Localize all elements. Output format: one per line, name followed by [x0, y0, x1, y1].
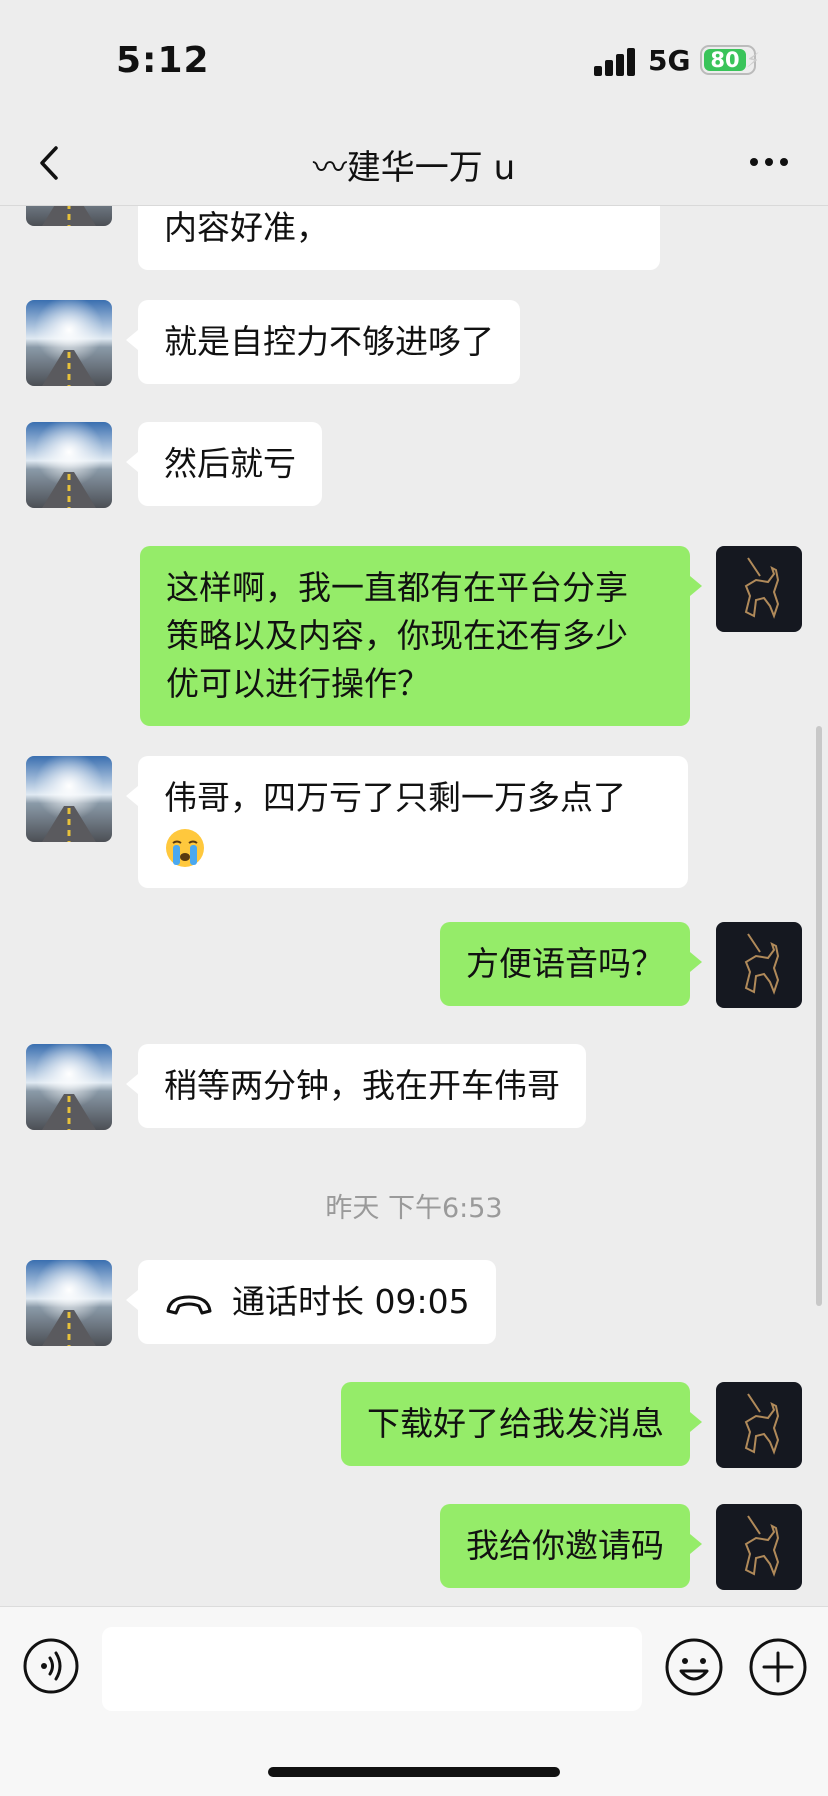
contact-avatar[interactable]: [26, 300, 112, 386]
message-bubble-outgoing[interactable]: 我给你邀请码: [440, 1504, 702, 1588]
message-bubble-outgoing[interactable]: 下载好了给我发消息: [341, 1382, 702, 1466]
status-time: 5:12: [116, 40, 210, 81]
message-input[interactable]: [102, 1627, 642, 1711]
call-record-bubble[interactable]: 通话时长 09:05: [126, 1260, 496, 1344]
emoji-icon[interactable]: [664, 1637, 724, 1697]
message-text: 就是自控力不够进哆了: [164, 322, 494, 361]
message-text: 稍等两分钟，我在开车伟哥: [164, 1066, 560, 1105]
battery-icon: 80 ⚡: [700, 45, 760, 75]
my-avatar[interactable]: [716, 1504, 802, 1590]
crying-face-icon: [166, 828, 204, 867]
input-bar: [0, 1606, 828, 1796]
plus-icon[interactable]: [748, 1637, 808, 1697]
contact-avatar[interactable]: [26, 422, 112, 508]
battery-level: 80: [704, 49, 746, 71]
message-text-line: 策略以及内容，你现在还有多少: [166, 616, 628, 655]
message-bubble-outgoing[interactable]: 这样啊，我一直都有在平台分享 策略以及内容，你现在还有多少 优可以进行操作？: [140, 546, 702, 726]
message-text: 我给你邀请码: [466, 1526, 664, 1565]
voice-icon[interactable]: [22, 1637, 80, 1695]
message-bubble-incoming[interactable]: 伟哥，四万亏了只剩一万多点了: [126, 756, 688, 888]
message-text: 伟哥，四万亏了只剩一万多点了: [164, 778, 626, 817]
contact-avatar[interactable]: [26, 1044, 112, 1130]
signal-icon: [594, 48, 638, 76]
message-text-line: 优可以进行操作？: [166, 664, 430, 703]
phone-call-icon: [166, 1295, 212, 1314]
message-bubble-incoming[interactable]: 就是自控力不够进哆了: [126, 300, 520, 384]
my-avatar[interactable]: [716, 922, 802, 1008]
message-text: 内容好准，: [164, 208, 329, 247]
status-bar: 5:12 5G 80 ⚡: [0, 0, 828, 120]
contact-avatar[interactable]: [26, 756, 112, 842]
network-type: 5G: [648, 44, 691, 77]
call-duration-text: 通话时长 09:05: [232, 1282, 470, 1321]
message-text: 然后就亏: [164, 444, 296, 483]
message-bubble-incoming[interactable]: 内容好准，: [138, 206, 660, 270]
charging-icon: ⚡: [746, 48, 761, 72]
my-avatar[interactable]: [716, 1382, 802, 1468]
message-timestamp: 昨天 下午6:53: [325, 1193, 503, 1224]
chat-title: 〰建华一万 u: [312, 148, 516, 188]
chat-header: 〰建华一万 u: [0, 120, 828, 206]
scrollbar[interactable]: [816, 726, 822, 1306]
more-dots-icon[interactable]: [744, 142, 794, 182]
contact-avatar[interactable]: [26, 206, 112, 226]
message-list[interactable]: 内容好准， 就是自控力不够进哆了 然后就亏 这样啊，我一直都有在平台分享 策略以…: [0, 206, 828, 1606]
message-text: 下载好了给我发消息: [367, 1404, 664, 1443]
my-avatar[interactable]: [716, 546, 802, 632]
message-bubble-outgoing[interactable]: 方便语音吗？: [440, 922, 702, 1006]
contact-avatar[interactable]: [26, 1260, 112, 1346]
home-indicator[interactable]: [268, 1767, 560, 1777]
message-text-line: 这样啊，我一直都有在平台分享: [166, 568, 628, 607]
message-bubble-incoming[interactable]: 然后就亏: [126, 422, 322, 506]
message-text: 方便语音吗？: [466, 944, 664, 983]
message-bubble-incoming[interactable]: 稍等两分钟，我在开车伟哥: [126, 1044, 586, 1128]
